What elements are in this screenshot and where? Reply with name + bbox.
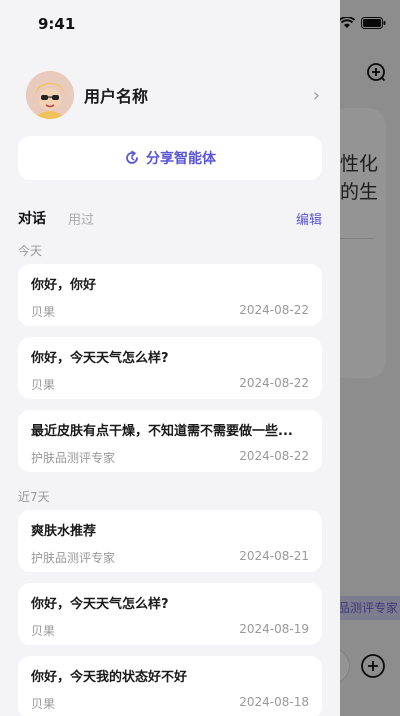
user-profile-row[interactable]: 用户名称 › [18,66,324,124]
conversation-agent: 贝果 [31,378,56,392]
tab-used[interactable]: 用过 [68,209,94,228]
conversation-agent: 贝果 [31,624,56,638]
conversation-date: 2024-08-18 [239,695,309,709]
edit-button[interactable]: 编辑 [296,209,322,228]
conversation-date: 2024-08-21 [239,549,309,563]
tab-conversations[interactable]: 对话 [18,208,46,228]
avatar [26,71,74,119]
section-label-today: 今天 [18,244,43,258]
share-refresh-icon [126,150,138,164]
conversation-card[interactable]: 你好，今天天气怎么样? 贝果 2024-08-22 [18,337,322,399]
username: 用户名称 [84,87,149,106]
conversation-title: 你好，今天天气怎么样? [31,351,169,366]
share-agent-button[interactable]: 分享智能体 [18,136,322,180]
conversation-agent: 护肤品测评专家 [31,551,116,565]
conversation-card[interactable]: 你好，今天天气怎么样? 贝果 2024-08-19 [18,583,322,645]
conversation-card[interactable]: 你好，你好 贝果 2024-08-22 [18,264,322,326]
conversation-title: 爽肤水推荐 [31,524,97,539]
conversation-date: 2024-08-22 [239,303,309,317]
history-tabs: 对话 用过 编辑 [18,208,322,228]
conversation-card[interactable]: 最近皮肤有点干燥，不知道需不需要做一些... 护肤品测评专家 2024-08-22 [18,410,322,472]
chevron-right-icon: › [312,84,320,106]
conversation-agent: 护肤品测评专家 [31,451,116,465]
history-drawer: 9:41 用户名称 › 分享智能体 对话 用过 编辑 今天 你好，你好 贝果 2… [0,0,340,716]
conversation-agent: 贝果 [31,697,56,711]
conversation-card[interactable]: 爽肤水推荐 护肤品测评专家 2024-08-21 [18,510,322,572]
avatar-icon [26,71,74,119]
conversation-title: 你好，你好 [31,278,97,293]
status-time: 9:41 [38,15,76,33]
conversation-date: 2024-08-22 [239,449,309,463]
conversation-title: 最近皮肤有点干燥，不知道需不需要做一些... [31,424,293,439]
share-agent-label: 分享智能体 [146,151,216,167]
conversation-date: 2024-08-22 [239,376,309,390]
conversation-title: 你好，今天天气怎么样? [31,597,169,612]
conversation-date: 2024-08-19 [239,622,309,636]
section-label-last-7-days: 近7天 [18,490,50,504]
conversation-title: 你好，今天我的状态好不好 [31,670,188,685]
conversation-card[interactable]: 你好，今天我的状态好不好 贝果 2024-08-18 [18,656,322,716]
conversation-agent: 贝果 [31,305,56,319]
